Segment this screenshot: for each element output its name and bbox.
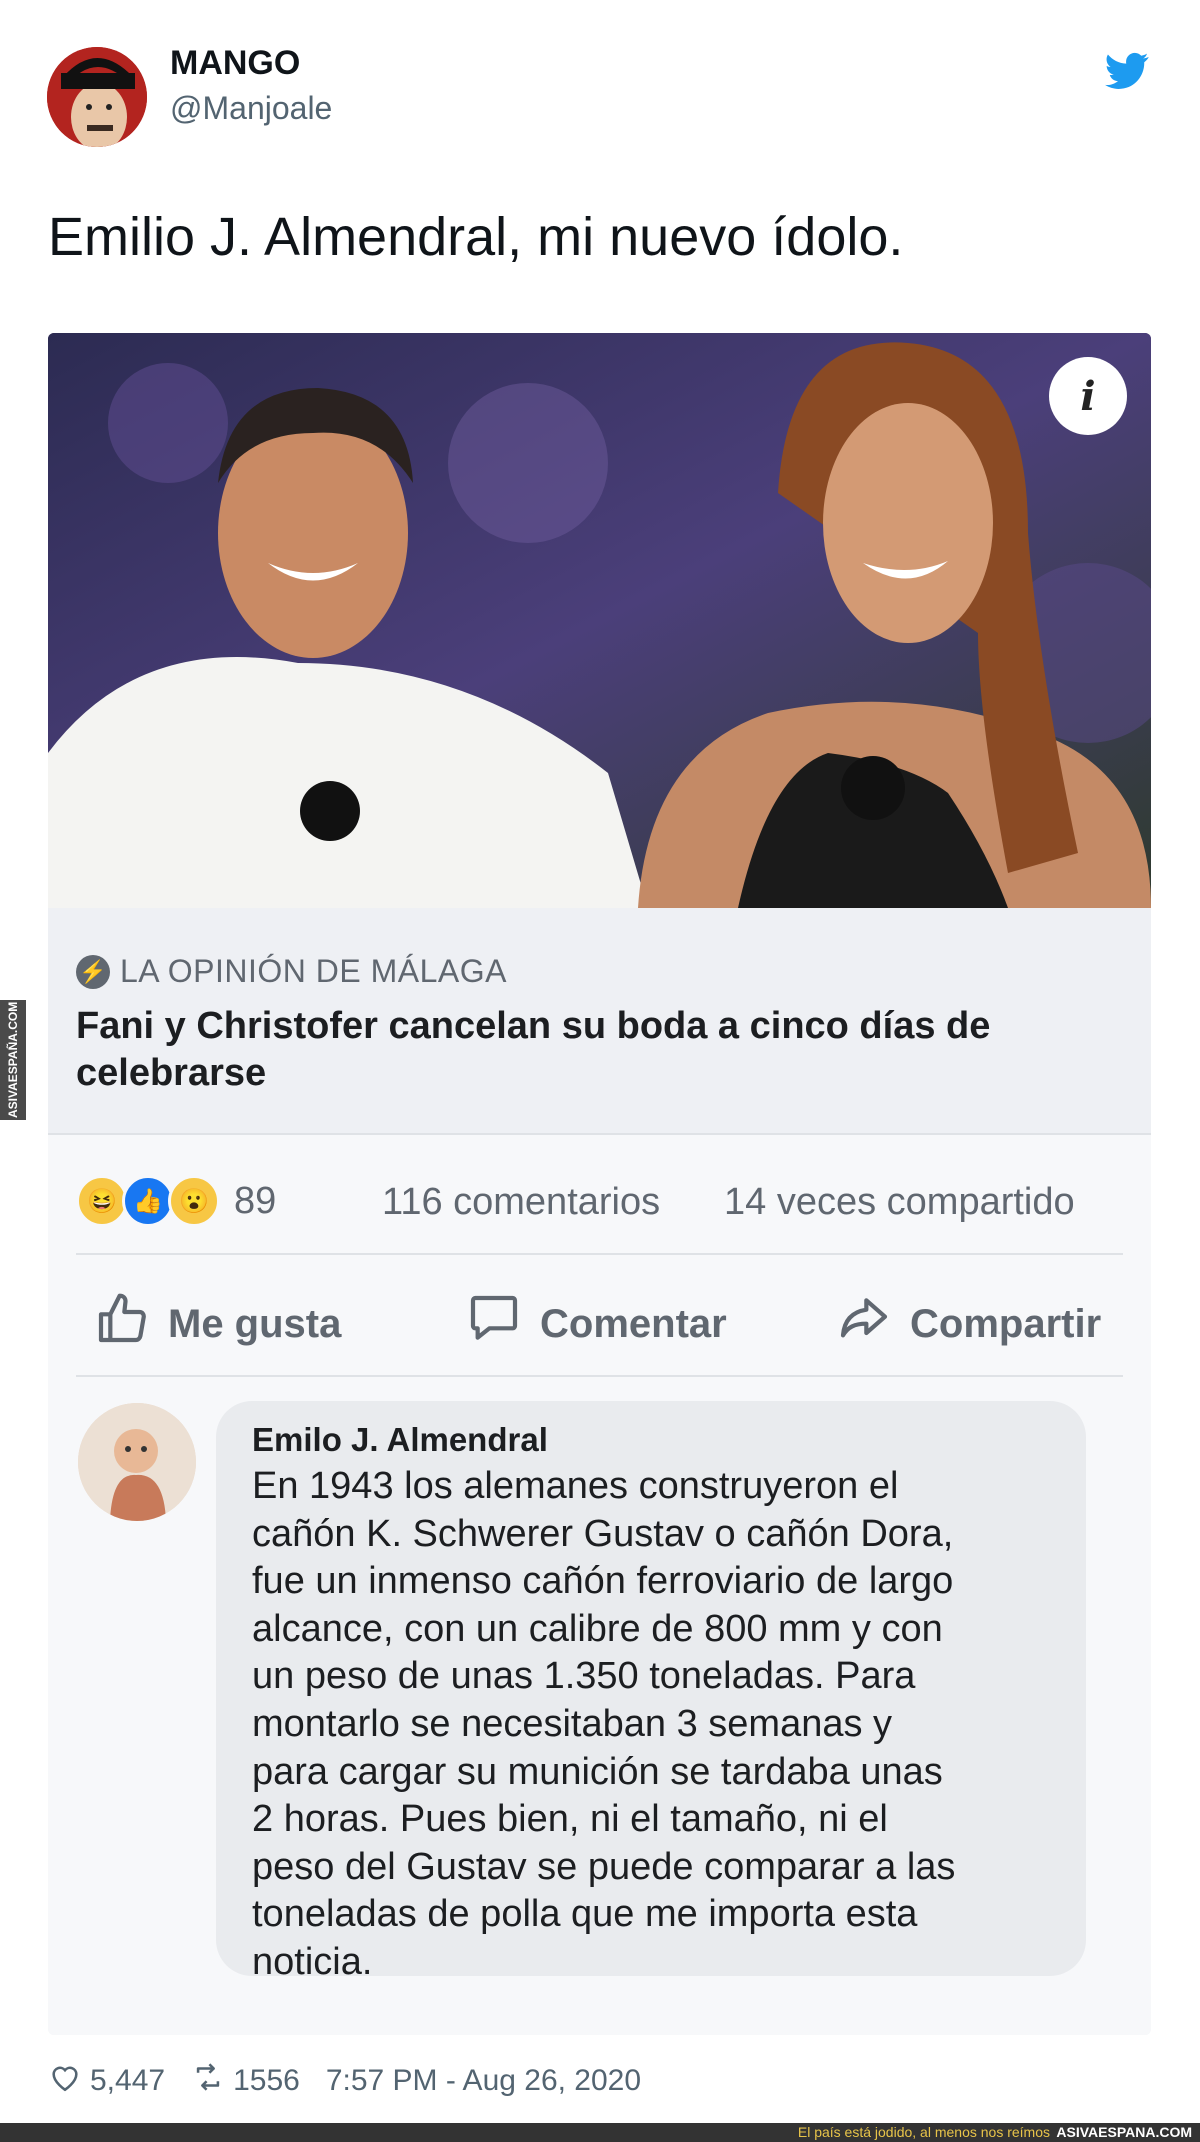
divider [48, 1133, 1151, 1135]
share-button[interactable]: Compartir [836, 1291, 1101, 1357]
thumbs-up-icon [94, 1291, 150, 1357]
lightning-icon: ⚡ [76, 954, 110, 989]
haha-reaction-icon: 😆 [76, 1175, 128, 1227]
source-name: LA OPINIÓN DE MÁLAGA [120, 953, 507, 989]
post-photo[interactable]: i [48, 333, 1151, 908]
share-arrow-icon [836, 1291, 892, 1357]
tweet-footer: 5,447 1556 7:57 PM - Aug 26, 2020 [48, 2060, 641, 2102]
shares-count[interactable]: 14 veces compartido [724, 1181, 1075, 1224]
like-label: Me gusta [168, 1301, 342, 1346]
heart-icon[interactable] [48, 2060, 90, 2102]
author-handle[interactable]: @Manjoale [170, 90, 332, 127]
comment-text: En 1943 los alemanes construyeron el cañ… [252, 1465, 956, 1983]
side-watermark: ASIVAESPAÑA.COM [0, 1000, 26, 1120]
bottom-tagline: El país está jodido, al menos nos reímos [797, 2124, 1050, 2140]
share-label: Compartir [910, 1301, 1102, 1346]
wow-reaction-icon: 😮 [168, 1175, 220, 1227]
retweets-count[interactable]: 1556 [233, 2064, 300, 2098]
retweet-icon[interactable] [191, 2060, 233, 2102]
bottom-site-name[interactable]: ASIVAESPANA.COM [1056, 2124, 1192, 2140]
commenter-avatar[interactable] [78, 1403, 196, 1521]
speech-bubble-icon [466, 1291, 522, 1357]
tweet-text: Emilio J. Almendral, mi nuevo ídolo. [48, 207, 904, 267]
commenter-name[interactable]: Emilo J. Almendral [252, 1421, 548, 1459]
twitter-bird-icon[interactable] [1105, 52, 1149, 90]
reactions-summary[interactable]: 😆 👍 😮 89 [76, 1175, 276, 1227]
bottom-watermark-bar: El país está jodido, al menos nos reímos… [0, 2123, 1200, 2142]
info-icon[interactable]: i [1049, 357, 1127, 435]
reactions-count: 89 [234, 1179, 277, 1222]
author-avatar[interactable] [47, 47, 147, 147]
divider [76, 1375, 1123, 1377]
like-reaction-icon: 👍 [122, 1175, 174, 1227]
likes-count[interactable]: 5,447 [90, 2064, 165, 2098]
comment-label: Comentar [540, 1301, 727, 1346]
tweet-timestamp[interactable]: 7:57 PM - Aug 26, 2020 [326, 2064, 641, 2098]
divider [76, 1253, 1123, 1255]
post-headline[interactable]: Fani y Christofer cancelan su boda a cin… [76, 1003, 1116, 1097]
like-button[interactable]: Me gusta [94, 1291, 341, 1357]
embedded-post-card[interactable]: i ⚡ LA OPINIÓN DE MÁLAGA Fani y Christof… [48, 333, 1151, 2035]
post-source[interactable]: ⚡ LA OPINIÓN DE MÁLAGA [76, 953, 507, 990]
comment-button[interactable]: Comentar [466, 1291, 727, 1357]
comments-count[interactable]: 116 comentarios [382, 1181, 660, 1224]
author-name[interactable]: MANGO [170, 44, 300, 83]
